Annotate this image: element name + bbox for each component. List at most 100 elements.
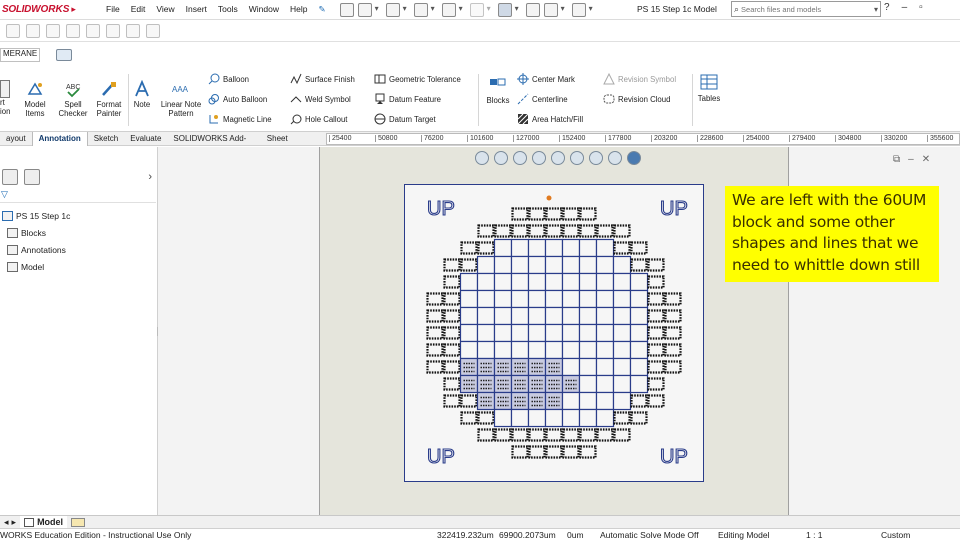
tree-item-model[interactable]: Model (2, 258, 70, 275)
restore-icon[interactable]: ⧉ (893, 154, 900, 165)
geometric-tolerance-button[interactable]: Geometric Tolerance (374, 72, 461, 86)
ghost-tool-icon[interactable] (6, 24, 20, 38)
menu-file[interactable]: File (106, 4, 120, 15)
solve-mode[interactable]: Automatic Solve Mode Off (600, 530, 699, 540)
auto-balloon-button[interactable]: Auto Balloon (208, 92, 267, 106)
display-style-icon[interactable] (570, 151, 584, 165)
die-cell (595, 408, 615, 428)
sheet-scale[interactable]: 1 : 1 (806, 530, 823, 540)
text-button[interactable]: rt ion (0, 80, 14, 116)
center-mark-button[interactable]: Center Mark (517, 72, 575, 86)
ghost-tool-icon[interactable] (26, 24, 40, 38)
blocks-button[interactable]: Blocks (484, 76, 512, 105)
link-icon[interactable] (56, 49, 72, 61)
menu-view[interactable]: View (156, 4, 174, 15)
tab-evaluate[interactable]: Evaluate (124, 132, 167, 146)
balloon-button[interactable]: Balloon (208, 72, 249, 86)
edge-die-mark (630, 241, 648, 255)
section-view-icon[interactable] (532, 151, 546, 165)
ghost-tool-icon[interactable] (126, 24, 140, 38)
edge-die-mark (443, 309, 461, 323)
datum-target-button[interactable]: Datum Target (374, 112, 436, 126)
die-cell (612, 374, 632, 394)
edge-die-mark (545, 207, 563, 221)
open-icon[interactable] (385, 2, 407, 17)
revision-cloud-button[interactable]: Revision Cloud (603, 92, 670, 106)
save-icon[interactable] (413, 2, 435, 17)
ghost-tool-icon[interactable] (106, 24, 120, 38)
tab-model[interactable]: Model (20, 516, 68, 528)
menu-help[interactable]: Help (290, 4, 307, 15)
options-grid-icon[interactable] (543, 2, 565, 17)
tree-item-annotations[interactable]: Annotations (2, 241, 70, 258)
hide-show-icon[interactable] (589, 151, 603, 165)
close-icon[interactable]: ▫ (919, 2, 923, 13)
zoom-to-area-icon[interactable] (494, 151, 508, 165)
linear-note-pattern-button[interactable]: AAA Linear Note Pattern (156, 80, 206, 118)
magnetic-line-button[interactable]: Magnetic Line (208, 112, 272, 126)
add-sheet-button[interactable] (67, 516, 89, 528)
close-icon[interactable]: ✕ (922, 154, 930, 165)
search-field[interactable]: ⌕ ▾ (731, 1, 881, 17)
menu-tools[interactable]: Tools (218, 4, 238, 15)
tab-sketch[interactable]: Sketch (88, 132, 124, 146)
new-document-icon[interactable] (357, 2, 379, 17)
expand-panel-icon[interactable]: › (148, 171, 152, 183)
feature-manager-tab-icon[interactable] (2, 169, 18, 185)
next-sheet-icon[interactable]: ▸ (12, 517, 17, 528)
search-dropdown-icon[interactable]: ▾ (874, 5, 878, 14)
dynamic-annotation-icon[interactable] (551, 151, 565, 165)
ghost-tool-icon[interactable] (46, 24, 60, 38)
previous-view-icon[interactable] (513, 151, 527, 165)
edge-die-mark (477, 411, 495, 425)
tree-root[interactable]: PS 15 Step 1c (2, 207, 70, 224)
weld-symbol-button[interactable]: Weld Symbol (290, 92, 351, 106)
tree-item-blocks[interactable]: Blocks (2, 224, 70, 241)
filter-icon[interactable]: ▽ (1, 189, 8, 200)
tab-sheet-format[interactable]: Sheet Format (261, 132, 320, 157)
minimize-icon[interactable]: – (902, 2, 908, 13)
datum-feature-button[interactable]: Datum Feature (374, 92, 441, 106)
search-input[interactable] (741, 4, 870, 14)
menu-window[interactable]: Window (249, 4, 279, 15)
help-icon[interactable]: ? (884, 2, 890, 13)
zoom-to-fit-icon[interactable] (475, 151, 489, 165)
home-icon[interactable] (339, 2, 354, 17)
print-icon[interactable] (441, 2, 463, 17)
hole-callout-button[interactable]: Hole Callout (290, 112, 347, 126)
ghost-tool-icon[interactable] (86, 24, 100, 38)
ghost-tool-icon[interactable] (146, 24, 160, 38)
traffic-light-icon[interactable] (525, 2, 540, 17)
property-manager-tab-icon[interactable] (24, 169, 40, 185)
tab-layout[interactable]: ayout (0, 132, 32, 146)
model-items-button[interactable]: Model Items (20, 80, 50, 118)
ghost-tool-icon[interactable] (66, 24, 80, 38)
area-hatch-button[interactable]: Area Hatch/Fill (517, 112, 583, 126)
spell-checker-button[interactable]: ABC Spell Checker (58, 80, 88, 118)
minimize-icon[interactable]: – (908, 154, 914, 165)
centerline-button[interactable]: Centerline (517, 92, 568, 106)
scene-icon[interactable] (627, 151, 641, 165)
format-painter-button[interactable]: Format Painter (92, 80, 126, 118)
tables-button[interactable]: Tables (696, 74, 722, 103)
expand-arrow-icon[interactable]: ▸ (71, 4, 76, 15)
gear-icon[interactable] (571, 2, 593, 17)
die-cell (629, 289, 649, 309)
config-tab[interactable]: MERANE (0, 48, 41, 62)
select-pointer-icon[interactable] (497, 2, 519, 17)
edit-appearance-icon[interactable] (608, 151, 622, 165)
surface-finish-button[interactable]: Surface Finish (290, 72, 355, 86)
menu-insert[interactable]: Insert (186, 4, 207, 15)
units-selector[interactable]: Custom (881, 530, 910, 540)
tab-addins[interactable]: SOLIDWORKS Add-Ins (167, 132, 260, 157)
first-sheet-icon[interactable]: ◂ (4, 517, 9, 528)
undo-icon[interactable] (469, 2, 491, 17)
note-button[interactable]: Note (130, 79, 154, 109)
edge-die-mark (443, 360, 461, 374)
wafer-layout-sheet[interactable]: UP UP UP UP (404, 184, 704, 482)
pin-icon[interactable]: ✎ (318, 4, 325, 15)
revision-symbol-button[interactable]: Revision Symbol (603, 72, 676, 86)
menu-edit[interactable]: Edit (131, 4, 146, 15)
tab-annotation[interactable]: Annotation (31, 131, 88, 146)
nav-arrows[interactable]: ◂ ▸ (0, 516, 20, 528)
